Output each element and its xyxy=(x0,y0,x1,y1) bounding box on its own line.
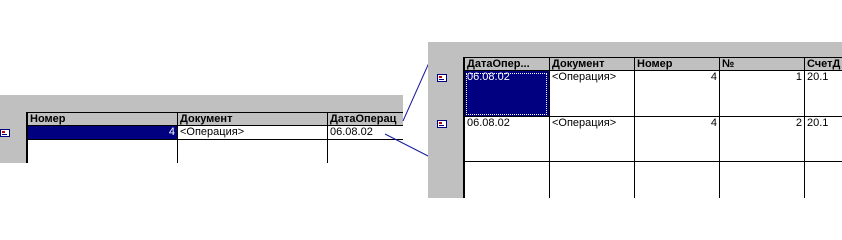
table-row-empty[interactable] xyxy=(804,162,842,198)
table-cell-document[interactable]: <Операция> xyxy=(549,117,634,162)
table-cell-document[interactable]: <Операция> xyxy=(549,71,634,117)
table-cell-number[interactable]: 4 xyxy=(634,71,719,117)
table-cell-number[interactable]: 4 xyxy=(634,117,719,162)
table-cell-date[interactable]: 06.08.02 xyxy=(464,117,549,162)
table-row-empty[interactable] xyxy=(549,162,634,198)
column-header-number[interactable]: Номер xyxy=(634,57,719,71)
table-cell-account[interactable]: 20.1 xyxy=(804,71,842,117)
table-cell-no[interactable]: 1 xyxy=(719,71,804,117)
table-row-empty[interactable] xyxy=(719,162,804,198)
large-grid: ДатаОпер... Документ Номер № СчетД 06.08… xyxy=(428,42,842,198)
table-cell-date[interactable]: 06.08.02 xyxy=(464,71,549,117)
table-row-empty[interactable] xyxy=(464,162,549,198)
column-header-account[interactable]: СчетД xyxy=(804,57,842,71)
column-header-no[interactable]: № xyxy=(719,57,804,71)
operation-row-icon xyxy=(437,120,447,128)
column-header-date[interactable]: ДатаОпер... xyxy=(464,57,549,71)
operation-row-icon xyxy=(437,74,447,82)
table-cell-no[interactable]: 2 xyxy=(719,117,804,162)
table-row-empty[interactable] xyxy=(634,162,719,198)
column-header-document[interactable]: Документ xyxy=(549,57,634,71)
table-cell-account[interactable]: 20.1 xyxy=(804,117,842,162)
large-grid-toolbar-band xyxy=(428,42,842,57)
